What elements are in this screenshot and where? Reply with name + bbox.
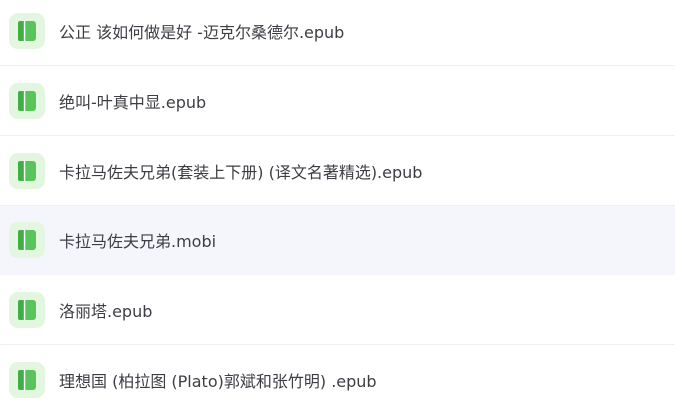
ebook-file-icon (9, 13, 45, 49)
file-row[interactable]: 理想国 (柏拉图 (Plato)郭斌和张竹明) .epub (0, 346, 675, 407)
file-name: 洛丽塔.epub (59, 302, 153, 321)
ebook-file-icon (9, 292, 45, 328)
file-name: 卡拉马佐夫兄弟.mobi (59, 232, 217, 251)
file-row[interactable]: 绝叫-叶真中显.epub (0, 67, 675, 136)
file-name: 公正 该如何做是好 -迈克尔桑德尔.epub (59, 23, 345, 42)
file-name: 卡拉马佐夫兄弟(套装上下册) (译文名著精选).epub (59, 163, 423, 182)
ebook-file-icon (9, 222, 45, 258)
file-row[interactable]: 洛丽塔.epub (0, 276, 675, 345)
file-name: 绝叫-叶真中显.epub (59, 93, 207, 112)
file-row[interactable]: 卡拉马佐夫兄弟.mobi (0, 206, 675, 275)
ebook-file-icon (9, 83, 45, 119)
file-row[interactable]: 卡拉马佐夫兄弟(套装上下册) (译文名著精选).epub (0, 137, 675, 206)
file-list: 公正 该如何做是好 -迈克尔桑德尔.epub 绝叫-叶真中显.epub 卡拉马佐… (0, 0, 675, 407)
file-row[interactable]: 公正 该如何做是好 -迈克尔桑德尔.epub (0, 0, 675, 66)
file-name: 理想国 (柏拉图 (Plato)郭斌和张竹明) .epub (59, 372, 377, 391)
ebook-file-icon (9, 153, 45, 189)
ebook-file-icon (9, 362, 45, 398)
